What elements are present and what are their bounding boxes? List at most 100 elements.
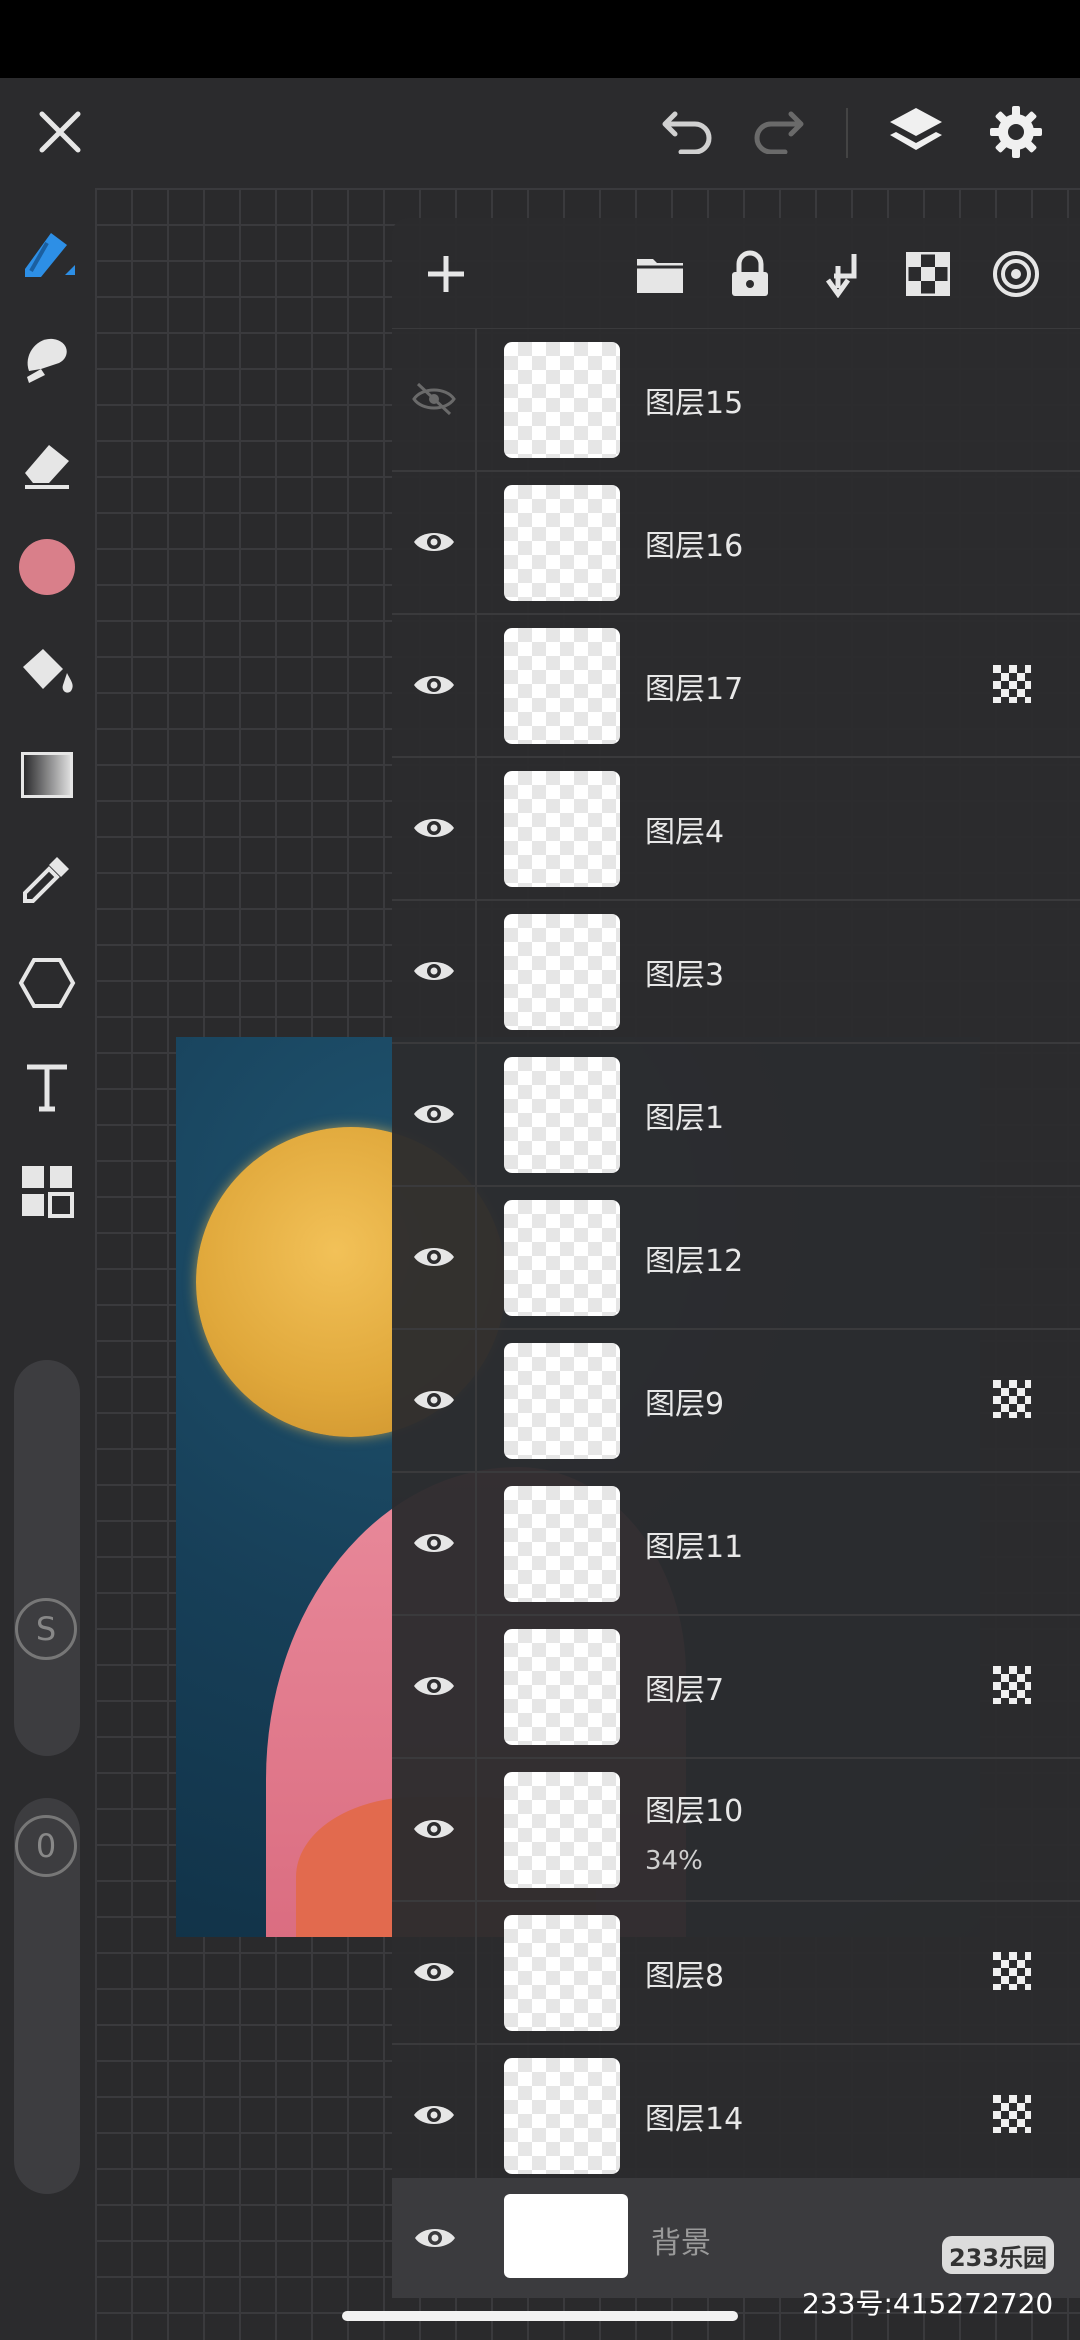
current-color (19, 539, 75, 595)
folder-icon (637, 259, 683, 293)
smudge-icon (27, 338, 67, 383)
eraser-tool[interactable] (14, 430, 80, 496)
visibility-toggle[interactable] (392, 1472, 477, 1614)
color-swatch[interactable] (14, 534, 80, 600)
visibility-toggle[interactable] (392, 1901, 477, 2043)
close-button[interactable] (28, 100, 92, 164)
fill-tool[interactable] (14, 638, 80, 704)
layer-thumbnail (504, 1629, 620, 1745)
redo-button[interactable] (746, 100, 810, 164)
visibility-toggle[interactable] (392, 2178, 477, 2298)
brush-opacity-knob[interactable]: 0 (15, 1815, 77, 1877)
alpha-lock-indicator-icon (993, 1952, 1031, 1990)
layer-row[interactable]: 图层4 (392, 757, 1080, 901)
text-tool[interactable] (14, 1054, 80, 1120)
eyedropper-tool[interactable] (14, 846, 80, 912)
layer-row[interactable]: 图层16 (392, 471, 1080, 615)
alpha-lock-button[interactable] (900, 246, 956, 302)
visibility-toggle[interactable] (392, 1758, 477, 1900)
top-bar (0, 78, 1080, 188)
layer-row[interactable]: 图层3 (392, 900, 1080, 1044)
eye-hidden-icon (411, 382, 456, 416)
eye-icon (413, 1820, 454, 1838)
brush-tool[interactable] (14, 222, 80, 288)
gradient-icon (21, 752, 73, 798)
layer-row[interactable]: 图层14 (392, 2044, 1080, 2188)
layer-row[interactable]: 图层10 34% (392, 1758, 1080, 1902)
add-layer-button[interactable] (418, 246, 474, 302)
alpha-lock-indicator-icon (993, 1666, 1031, 1704)
layer-row[interactable]: 图层8 (392, 1901, 1080, 2045)
background-thumbnail (504, 2194, 628, 2278)
layer-thumbnail (504, 1057, 620, 1173)
status-bar (0, 0, 1080, 78)
brush-size-knob[interactable]: S (15, 1598, 77, 1660)
layer-row[interactable]: 图层17 (392, 614, 1080, 758)
layer-row[interactable]: 图层7 (392, 1615, 1080, 1759)
eye-icon (414, 2229, 455, 2247)
eye-icon (413, 676, 454, 694)
blend-mode-button[interactable] (988, 246, 1044, 302)
visibility-toggle[interactable] (392, 900, 477, 1042)
layer-row[interactable]: 图层15 (392, 328, 1080, 472)
visibility-toggle[interactable] (392, 328, 477, 470)
eye-icon (413, 962, 454, 980)
eye-icon (413, 533, 454, 551)
settings-button[interactable] (982, 98, 1050, 166)
layer-thumbnail (504, 2058, 620, 2174)
lock-icon (732, 250, 768, 296)
eye-icon (413, 1248, 454, 1266)
brush-opacity-label: 0 (35, 1827, 57, 1865)
topbar-divider (846, 108, 848, 158)
undo-button[interactable] (656, 100, 720, 164)
layout-tool[interactable] (14, 1158, 80, 1224)
visibility-toggle[interactable] (392, 1186, 477, 1328)
text-icon (27, 1064, 67, 1112)
layer-thumbnail (504, 771, 620, 887)
alpha-lock-indicator[interactable] (992, 1665, 1032, 1705)
layer-row[interactable]: 图层11 (392, 1472, 1080, 1616)
layer-thumbnail (504, 1915, 620, 2031)
home-indicator[interactable] (342, 2311, 738, 2321)
blend-icon (993, 251, 1039, 297)
layers-panel-header (392, 218, 1080, 329)
brush-size-slider[interactable] (14, 1360, 80, 1756)
visibility-toggle[interactable] (392, 1615, 477, 1757)
layer-name: 图层8 (645, 1959, 725, 1994)
visibility-toggle[interactable] (392, 2044, 477, 2186)
alpha-lock-indicator[interactable] (992, 1379, 1032, 1419)
layer-row[interactable]: 图层1 (392, 1043, 1080, 1187)
brush-icon (25, 233, 75, 277)
redo-icon (754, 111, 804, 154)
layers-icon (890, 108, 942, 150)
watermark-id: 233号:415272720 (802, 2287, 1054, 2320)
gradient-tool[interactable] (14, 742, 80, 808)
alpha-lock-indicator-icon (993, 2095, 1031, 2133)
layer-row[interactable]: 图层12 (392, 1186, 1080, 1330)
layer-name: 图层15 (645, 386, 744, 421)
alpha-lock-indicator[interactable] (992, 2094, 1032, 2134)
smudge-tool[interactable] (14, 326, 80, 392)
layer-row[interactable]: 图层9 (392, 1329, 1080, 1473)
visibility-toggle[interactable] (392, 1043, 477, 1185)
eye-icon (413, 2106, 454, 2124)
visibility-toggle[interactable] (392, 757, 477, 899)
layer-name: 图层1 (645, 1101, 725, 1136)
layers-button[interactable] (882, 98, 950, 166)
folder-button[interactable] (632, 246, 688, 302)
alpha-lock-indicator[interactable] (992, 1951, 1032, 1991)
lock-button[interactable] (722, 246, 778, 302)
eye-icon (413, 1677, 454, 1695)
visibility-toggle[interactable] (392, 1329, 477, 1471)
merge-down-button[interactable] (812, 246, 868, 302)
brush-size-label: S (35, 1610, 57, 1648)
alpha-lock-indicator[interactable] (992, 664, 1032, 704)
eyedropper-icon (23, 857, 69, 903)
layer-name: 图层14 (645, 2102, 744, 2137)
shape-tool[interactable] (14, 950, 80, 1016)
visibility-toggle[interactable] (392, 471, 477, 613)
layer-thumbnail (504, 342, 620, 458)
layer-name: 图层11 (645, 1530, 744, 1565)
visibility-toggle[interactable] (392, 614, 477, 756)
eye-icon (413, 819, 454, 837)
